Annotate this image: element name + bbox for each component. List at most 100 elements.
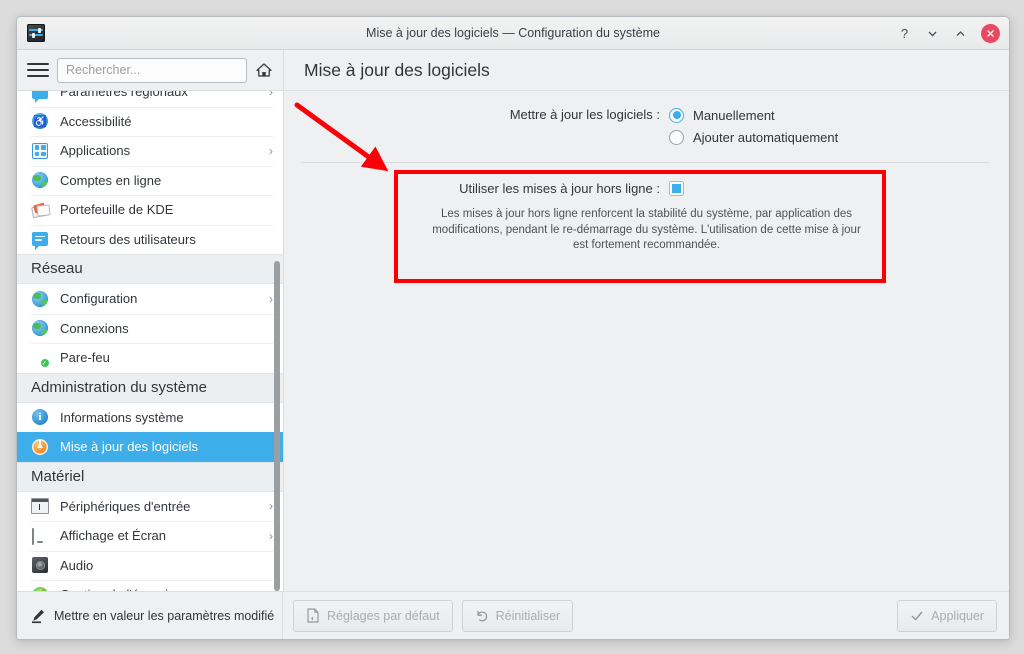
sidebar-item-accessibilit[interactable]: ♿ Accessibilité (17, 106, 283, 136)
shield-icon: ✓ (40, 358, 49, 367)
sidebar-item-audio[interactable]: Audio (17, 550, 283, 580)
chevron-right-icon: › (269, 143, 273, 158)
sidebar-item-informations-syst-me[interactable]: i Informations système (17, 402, 283, 432)
radio-indicator-manual[interactable] (669, 107, 684, 123)
sidebar-section-header: Matériel (17, 461, 283, 492)
chevron-right-icon: › (269, 499, 273, 514)
globe-icon (32, 320, 48, 337)
highlight-changed-settings-label: Mettre en valeur les paramètres modifié (54, 608, 275, 623)
defaults-button-label: Réglages par défaut (327, 608, 440, 623)
footer-bar: Mettre en valeur les paramètres modifié … (17, 591, 1009, 639)
sidebar-item-retours-des-utilisateurs[interactable]: Retours des utilisateurs (17, 224, 283, 254)
sidebar-item-gestion-de-l-nergie[interactable]: ⚡ Gestion de l'énergie › (17, 580, 283, 591)
search-input[interactable] (57, 57, 247, 83)
sidebar-list: Paramètres régionaux › ♿ Accessibilité Appli… (17, 91, 283, 591)
sidebar-item-pare-feu[interactable]: ✓ Pare-feu (17, 343, 283, 373)
reset-button[interactable]: Réinitialiser (461, 599, 574, 632)
sidebar-item-comptes-en-ligne[interactable]: Comptes en ligne (17, 165, 283, 195)
sidebar-item-p-riph-riques-d-entr-e[interactable]: Périphériques d'entrée › (17, 491, 283, 521)
chevron-right-icon: › (269, 588, 273, 591)
sidebar-item-label: Affichage et Écran (60, 528, 166, 544)
update-mode-label: Mettre à jour les logiciels : (509, 107, 660, 122)
offline-updates-row: Utiliser les mises à jour hors ligne : (284, 181, 1009, 196)
sidebar-item-configuration[interactable]: Configuration › (17, 284, 283, 314)
window-controls: ? (897, 23, 1000, 43)
sidebar-item-label: Gestion de l'énergie (60, 587, 265, 591)
update-mode-group: Mettre à jour les logiciels : Manuelleme… (284, 91, 1009, 148)
checkbox-checked-indicator (672, 184, 681, 193)
screenshot-root: Mise à jour des logiciels — Configuratio… (0, 0, 1024, 654)
chevron-right-icon: › (269, 528, 273, 543)
toolbar-right: Mise à jour des logiciels (283, 50, 1009, 90)
radio-option-automatic[interactable]: Ajouter automatiquement (669, 126, 1009, 148)
highlight-changed-settings-button[interactable]: Mettre en valeur les paramètres modifié (17, 592, 283, 639)
chevron-down-icon (928, 31, 937, 37)
globe-icon (32, 172, 48, 189)
sidebar-scrollbar[interactable] (274, 261, 280, 591)
chevron-up-icon (956, 30, 965, 36)
offline-updates-checkbox[interactable] (669, 181, 684, 196)
checkmark-icon (911, 611, 923, 620)
sidebar-item-label: Accessibilité (60, 113, 132, 129)
applications-grid-icon (32, 142, 48, 159)
power-icon: ⚡ (32, 586, 48, 591)
sidebar-item-label: Applications (60, 143, 131, 159)
apply-button[interactable]: Appliquer (897, 599, 997, 632)
sidebar-item-mise-jour-des-logiciels[interactable]: Mise à jour des logiciels (17, 432, 283, 462)
chevron-right-icon: › (269, 291, 273, 306)
sidebar-item-connexions[interactable]: Connexions (17, 313, 283, 343)
audio-icon (32, 557, 48, 574)
sidebar-item-portefeuille-de-kde[interactable]: Portefeuille de KDE (17, 195, 283, 225)
defaults-button[interactable]: Réglages par défaut (293, 599, 453, 632)
update-mode-options: Manuellement Ajouter automatiquement (669, 104, 1009, 148)
document-revert-icon (307, 608, 319, 623)
window-title: Mise à jour des logiciels — Configuratio… (366, 26, 660, 40)
radio-indicator-automatic[interactable] (669, 129, 684, 145)
hamburger-menu-icon[interactable] (27, 59, 49, 81)
window-body: Paramètres régionaux › ♿ Accessibilité Appli… (17, 91, 1009, 591)
sidebar-item-label: Pare-feu (60, 350, 110, 366)
software-update-icon (32, 438, 48, 455)
maximize-button[interactable] (953, 26, 968, 41)
sidebar-item-label: Comptes en ligne (60, 172, 162, 188)
close-button[interactable] (981, 23, 1000, 43)
sidebar-section-header: Réseau (17, 254, 283, 284)
radio-label-automatic: Ajouter automatiquement (693, 129, 839, 145)
radio-label-manual: Manuellement (693, 107, 775, 123)
help-button[interactable]: ? (897, 26, 912, 41)
update-mode-row: Mettre à jour les logiciels : Manuelleme… (284, 104, 1009, 148)
form-separator (301, 162, 989, 163)
main-content: Mettre à jour les logiciels : Manuelleme… (284, 91, 1009, 591)
accessibility-icon: ♿ (32, 113, 48, 130)
input-devices-icon (31, 498, 49, 515)
apply-button-label: Appliquer (931, 608, 984, 623)
sidebar-item-label: Mise à jour des logiciels (60, 439, 199, 455)
page-title: Mise à jour des logiciels (304, 59, 490, 80)
sidebar-item-label: Informations système (60, 409, 184, 425)
sidebar-scroll-area: Paramètres régionaux › ♿ Accessibilité Appli… (17, 91, 283, 591)
sidebar-section-header: Administration du système (17, 372, 283, 403)
sidebar-item-param-tres-r-gionaux[interactable]: Paramètres régionaux › (17, 91, 283, 107)
info-icon: i (32, 409, 48, 426)
settings-form: Mettre à jour les logiciels : Manuelleme… (284, 91, 1009, 591)
sidebar-item-applications[interactable]: Applications › (17, 136, 283, 166)
minimize-button[interactable] (925, 26, 940, 41)
monitor-icon (32, 527, 48, 545)
sidebar-item-affichage-et-cran[interactable]: Affichage et Écran › (17, 521, 283, 551)
sidebar-item-label: Audio (60, 557, 94, 573)
feedback-icon (32, 232, 48, 251)
radio-option-manual[interactable]: Manuellement (669, 104, 1009, 126)
sidebar-item-label: Paramètres régionaux (60, 91, 188, 100)
offline-updates-group: Utiliser les mises à jour hors ligne : L… (284, 181, 1009, 254)
sidebar-item-label: Configuration (60, 291, 138, 307)
system-settings-sliders-icon (27, 24, 45, 42)
system-settings-window: Mise à jour des logiciels — Configuratio… (16, 16, 1010, 640)
sidebar-item-label: Périphériques d'entrée (60, 498, 191, 514)
home-icon (256, 63, 272, 77)
sidebar-item-label: Portefeuille de KDE (60, 202, 174, 218)
help-icon: ? (900, 25, 909, 41)
reset-button-label: Réinitialiser (495, 608, 561, 623)
sidebar-item-label: Connexions (60, 320, 129, 336)
home-button[interactable] (253, 59, 275, 81)
globe-icon (32, 290, 48, 307)
